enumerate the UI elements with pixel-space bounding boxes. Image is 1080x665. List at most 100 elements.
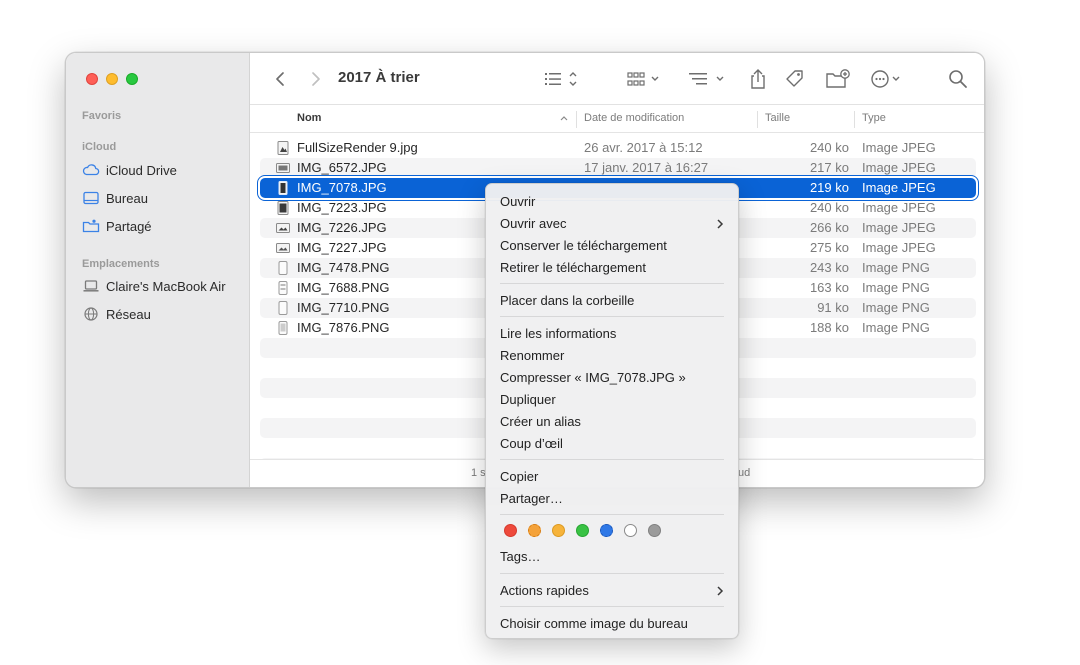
menu-item-open-with[interactable]: Ouvrir avec xyxy=(500,216,566,231)
sidebar-item-partage[interactable]: Partagé xyxy=(82,215,152,237)
globe-icon xyxy=(84,307,98,321)
file-size: 240 ko xyxy=(809,140,849,155)
menu-item-remove-download[interactable]: Retirer le téléchargement xyxy=(500,260,646,275)
menu-item-open[interactable]: Ouvrir xyxy=(500,194,535,209)
sidebar-item-label: iCloud Drive xyxy=(106,162,177,178)
sort-lines-icon xyxy=(689,73,724,85)
file-size: 188 ko xyxy=(809,320,849,335)
sidebar-section-icloud: iCloud xyxy=(82,141,117,153)
search-icon xyxy=(949,70,967,88)
file-size: 217 ko xyxy=(809,160,849,175)
shared-folder-icon xyxy=(82,219,100,233)
grid-view-icon xyxy=(627,72,659,86)
sidebar-item-reseau[interactable]: Réseau xyxy=(82,303,151,325)
chevron-right-icon xyxy=(312,72,320,86)
sidebar-item-macbook[interactable]: Claire's MacBook Air xyxy=(82,275,226,297)
close-window-button[interactable] xyxy=(86,73,98,85)
minimize-window-button[interactable] xyxy=(106,73,118,85)
menu-separator xyxy=(500,283,724,284)
file-name: IMG_7876.PNG xyxy=(297,320,390,335)
forward-button[interactable] xyxy=(306,67,326,91)
file-type: Image JPEG xyxy=(862,180,936,195)
file-name: IMG_7478.PNG xyxy=(297,260,390,275)
more-actions-button[interactable] xyxy=(868,67,912,91)
file-date: 17 janv. 2017 à 16:27 xyxy=(584,160,709,175)
laptop-icon xyxy=(83,280,99,292)
menu-item-tags[interactable]: Tags… xyxy=(500,549,540,564)
file-name: IMG_7226.JPG xyxy=(297,220,387,235)
menu-item-quick-actions[interactable]: Actions rapides xyxy=(500,583,589,598)
table-row[interactable]: FullSizeRender 9.jpg 26 avr. 2017 à 15:1… xyxy=(260,138,976,158)
menu-item-share[interactable]: Partager… xyxy=(500,491,563,506)
image-file-icon xyxy=(276,301,290,315)
sidebar: Favoris iCloud iCloud Drive Bureau Parta… xyxy=(66,53,250,487)
sidebar-section-emplacements: Emplacements xyxy=(82,258,160,270)
file-size: 163 ko xyxy=(809,280,849,295)
menu-item-get-info[interactable]: Lire les informations xyxy=(500,326,616,341)
ellipsis-circle-icon xyxy=(871,70,900,88)
zoom-window-button[interactable] xyxy=(126,73,138,85)
menu-item-trash[interactable]: Placer dans la corbeille xyxy=(500,293,634,308)
sidebar-section-favoris: Favoris xyxy=(82,110,122,122)
share-button[interactable] xyxy=(746,67,770,91)
sort-ascending-icon xyxy=(559,112,569,127)
file-type: Image JPEG xyxy=(862,140,936,155)
sort-button[interactable] xyxy=(686,67,730,91)
menu-item-rename[interactable]: Renommer xyxy=(500,348,564,363)
tag-gray-button[interactable] xyxy=(648,524,661,537)
column-name[interactable]: Nom xyxy=(297,112,321,124)
image-file-icon xyxy=(276,321,290,335)
file-type: Image PNG xyxy=(862,280,930,295)
image-file-icon xyxy=(276,241,290,255)
column-date[interactable]: Date de modification xyxy=(584,112,684,124)
tag-red-button[interactable] xyxy=(504,524,517,537)
sidebar-item-label: Claire's MacBook Air xyxy=(106,278,226,294)
menu-item-duplicate[interactable]: Dupliquer xyxy=(500,392,556,407)
file-size: 240 ko xyxy=(809,200,849,215)
file-size: 243 ko xyxy=(809,260,849,275)
menu-separator xyxy=(500,316,724,317)
image-file-icon xyxy=(276,141,290,155)
search-button[interactable] xyxy=(944,67,972,91)
file-date: 26 avr. 2017 à 15:12 xyxy=(584,140,703,155)
menu-item-keep-download[interactable]: Conserver le téléchargement xyxy=(500,238,667,253)
menu-item-make-alias[interactable]: Créer un alias xyxy=(500,414,581,429)
tags-button[interactable] xyxy=(782,67,808,91)
tag-yellow-button[interactable] xyxy=(552,524,565,537)
list-view-button[interactable] xyxy=(542,67,582,91)
tag-blue-button[interactable] xyxy=(600,524,613,537)
group-view-button[interactable] xyxy=(624,67,668,91)
tag-green-button[interactable] xyxy=(576,524,589,537)
image-file-icon xyxy=(276,181,290,195)
tag-icon xyxy=(786,70,803,87)
file-name: IMG_7710.PNG xyxy=(297,300,390,315)
column-type[interactable]: Type xyxy=(862,112,886,124)
file-name: FullSizeRender 9.jpg xyxy=(297,140,418,155)
sidebar-item-bureau[interactable]: Bureau xyxy=(82,187,148,209)
sidebar-item-label: Partagé xyxy=(106,218,152,234)
table-row[interactable]: IMG_6572.JPG 17 janv. 2017 à 16:27 217 k… xyxy=(260,158,976,178)
column-size[interactable]: Taille xyxy=(765,112,790,124)
chevron-right-icon xyxy=(716,584,724,602)
sidebar-item-icloud-drive[interactable]: iCloud Drive xyxy=(82,159,177,181)
back-button[interactable] xyxy=(270,67,290,91)
file-type: Image JPEG xyxy=(862,200,936,215)
file-type: Image PNG xyxy=(862,300,930,315)
context-menu: Ouvrir Ouvrir avec Conserver le téléchar… xyxy=(485,183,739,639)
menu-separator xyxy=(500,514,724,515)
file-name: IMG_7688.PNG xyxy=(297,280,390,295)
image-file-icon xyxy=(276,281,290,295)
tag-orange-button[interactable] xyxy=(528,524,541,537)
menu-item-compress[interactable]: Compresser « IMG_7078.JPG » xyxy=(500,370,686,385)
menu-item-copy[interactable]: Copier xyxy=(500,469,538,484)
new-folder-button[interactable] xyxy=(824,67,852,91)
tag-purple-button[interactable] xyxy=(624,524,637,537)
share-icon xyxy=(751,69,765,89)
file-type: Image JPEG xyxy=(862,240,936,255)
menu-item-quick-look[interactable]: Coup d’œil xyxy=(500,436,563,451)
toolbar: 2017 À trier xyxy=(250,53,984,105)
column-divider xyxy=(757,111,758,128)
sidebar-item-label: Bureau xyxy=(106,190,148,206)
file-name: IMG_6572.JPG xyxy=(297,160,387,175)
menu-item-set-desktop-picture[interactable]: Choisir comme image du bureau xyxy=(500,616,688,631)
